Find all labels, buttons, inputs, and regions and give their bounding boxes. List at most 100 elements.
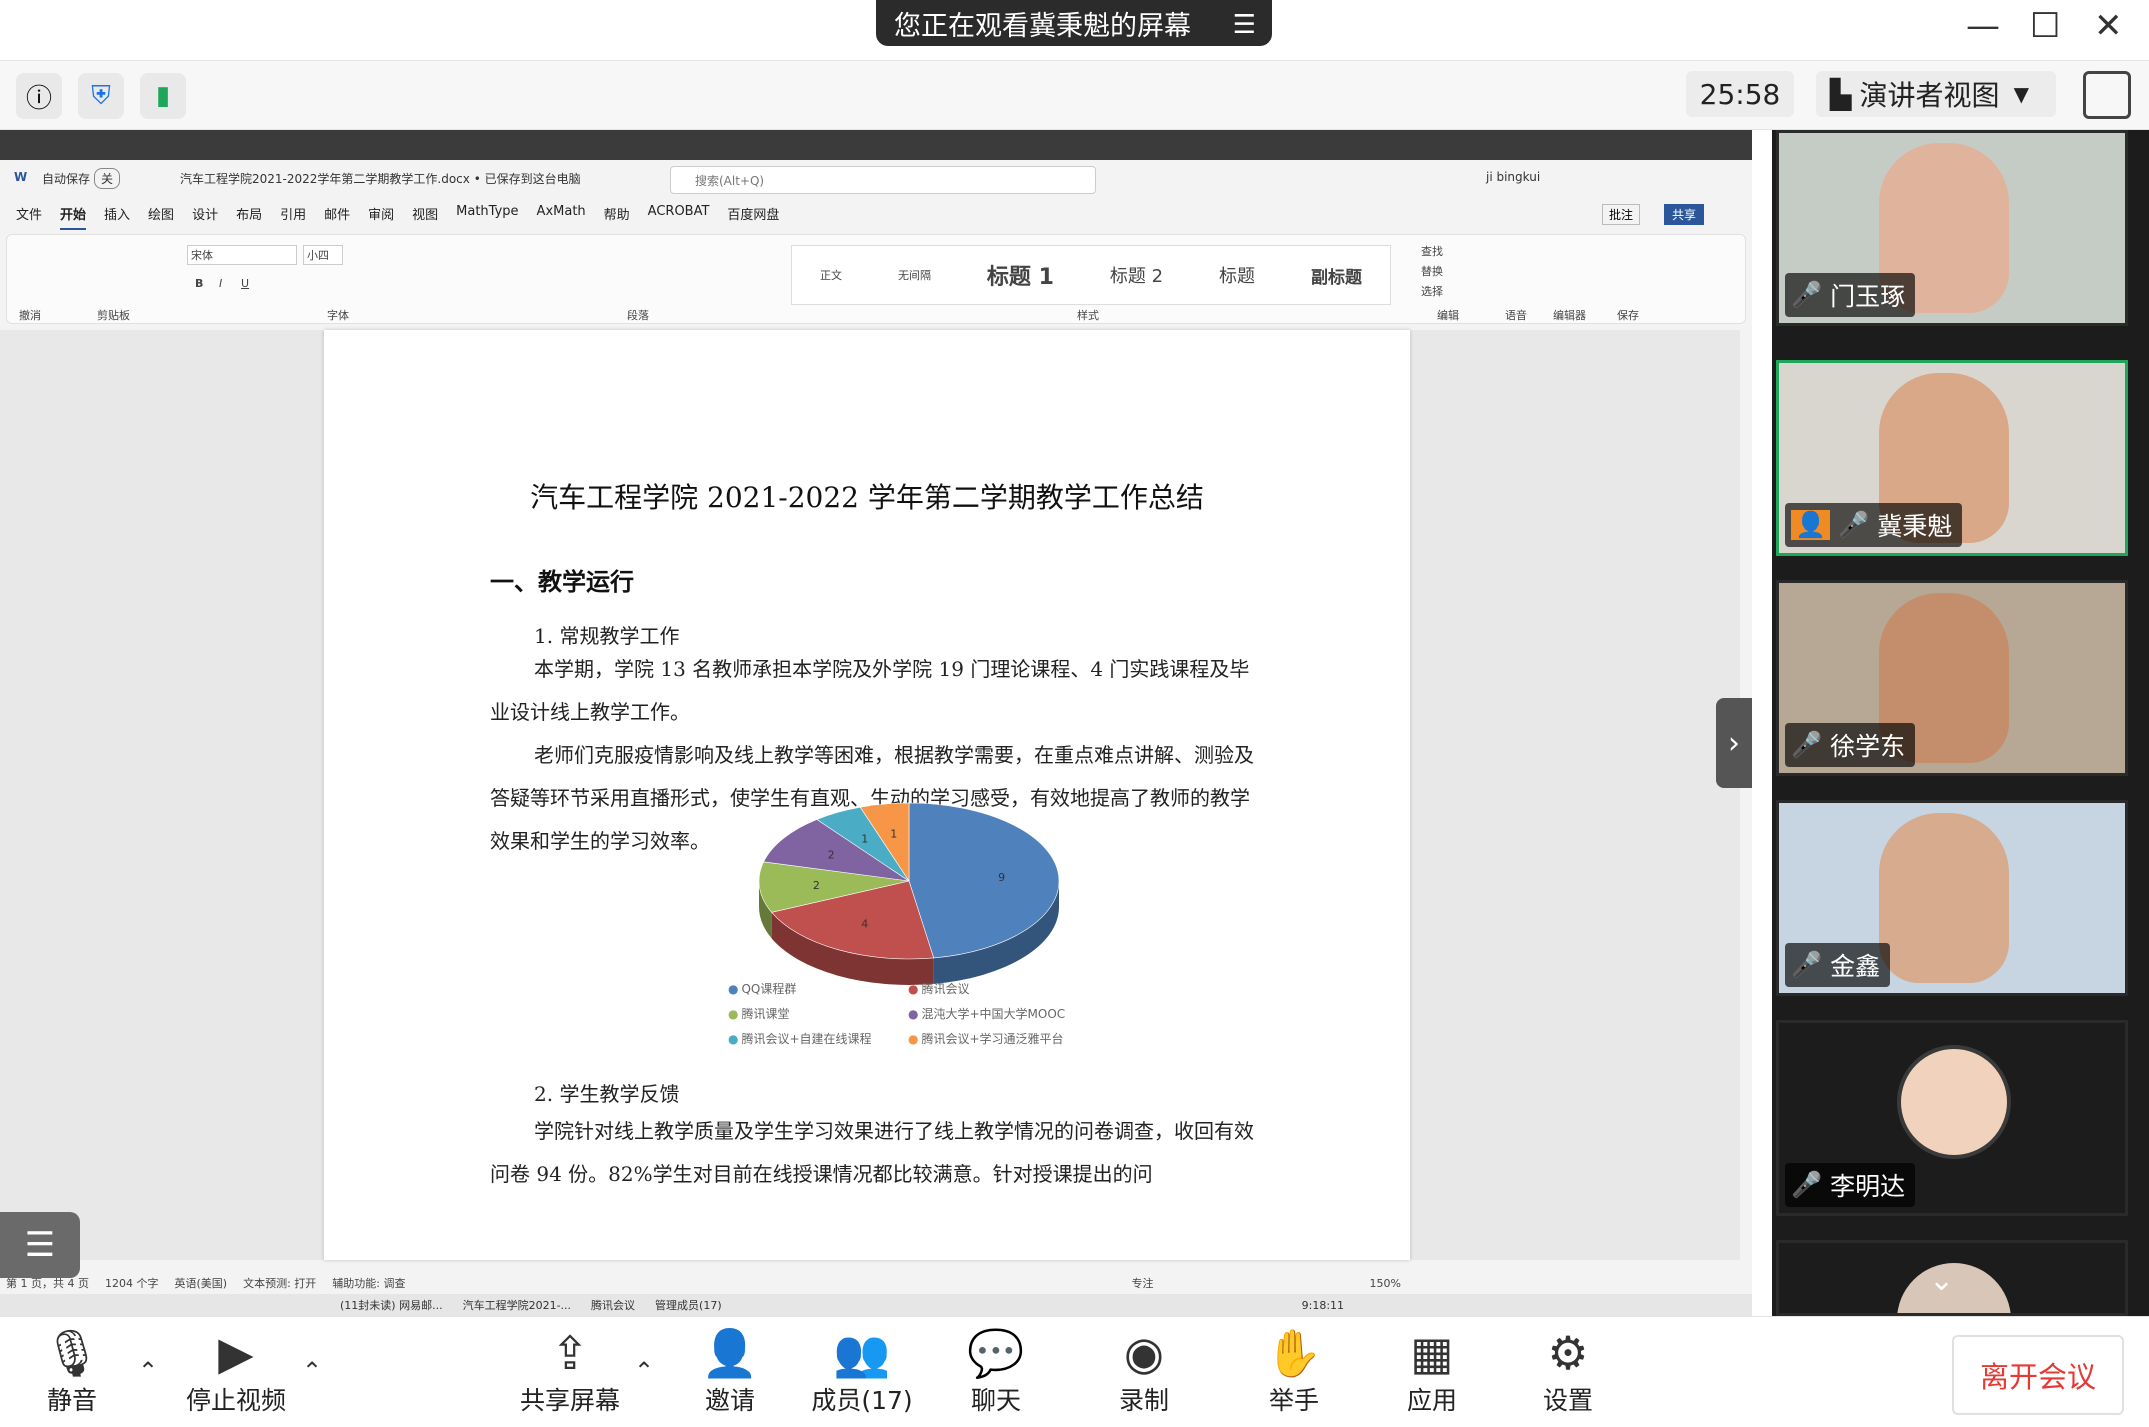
doc-subheading-2: 2. 学生教学反馈 <box>534 1082 680 1106</box>
font-name-select[interactable]: 宋体 <box>187 245 297 265</box>
apps-button[interactable]: ▦ 应用 <box>1362 1325 1502 1417</box>
microphone-icon: 🎤 <box>1791 280 1823 309</box>
menu-icon[interactable]: ☰ <box>1233 10 1256 40</box>
participant-tile[interactable]: 👤 🎤 冀秉魁 <box>1776 360 2128 556</box>
autosave-toggle[interactable]: 关 <box>94 168 121 189</box>
comment-button[interactable]: 批注 <box>1602 204 1641 225</box>
video-camera-icon: ▶ <box>218 1326 254 1380</box>
microphone-icon: 🎤 <box>1838 510 1870 539</box>
gear-icon: ⚙ <box>1547 1326 1589 1380</box>
chevron-down-icon[interactable]: ⌄ <box>1929 1263 1954 1298</box>
focus-button[interactable]: 专注 <box>1131 1275 1153 1291</box>
tab-baidu[interactable]: 百度网盘 <box>727 204 779 230</box>
bold-button[interactable]: B <box>195 277 203 290</box>
leave-meeting-button[interactable]: 离开会议 <box>1952 1335 2124 1415</box>
sharing-banner[interactable]: 您正在观看冀秉魁的屏幕 ☰ <box>876 0 1272 46</box>
participant-name-tag: 🎤 金鑫 <box>1785 943 1891 987</box>
minimize-icon[interactable]: — <box>1966 6 2000 46</box>
tab-references[interactable]: 引用 <box>280 204 306 230</box>
close-icon[interactable]: ✕ <box>2094 6 2123 46</box>
style-subtitle[interactable]: 副标题 <box>1311 263 1362 288</box>
participant-tile[interactable]: 🎤 徐学东 <box>1776 580 2128 776</box>
info-icon[interactable]: ⓘ <box>16 73 62 119</box>
chevron-up-icon[interactable]: ⌃ <box>138 1357 158 1385</box>
taskbar-item-members[interactable]: 管理成员(17) <box>655 1297 722 1313</box>
share-button[interactable]: 共享 <box>1664 204 1705 225</box>
members-button[interactable]: 👥 成员(17) <box>792 1325 932 1417</box>
maximize-icon[interactable]: ☐ <box>2030 6 2060 46</box>
security-shield-icon[interactable]: ⛨ <box>78 73 124 119</box>
chevron-right-icon[interactable]: › <box>1716 698 1752 788</box>
chevron-up-icon[interactable]: ⌃ <box>634 1357 654 1385</box>
settings-button[interactable]: ⚙ 设置 <box>1498 1325 1638 1417</box>
doc-heading-1: 一、教学运行 <box>490 567 634 596</box>
view-mode-select[interactable]: ▙ 演讲者视图 ▼ <box>1816 71 2056 117</box>
style-heading1[interactable]: 标题 1 <box>987 259 1054 291</box>
style-title[interactable]: 标题 <box>1219 262 1255 288</box>
word-search-input[interactable]: 搜索(Alt+Q) <box>670 166 1096 194</box>
status-prediction[interactable]: 文本预测: 打开 <box>243 1275 316 1291</box>
list-icon[interactable]: ☰ <box>0 1212 80 1278</box>
taskbar-item-mail[interactable]: (11封未读) 网易邮... <box>340 1297 443 1313</box>
style-normal[interactable]: 正文 <box>820 267 842 283</box>
tab-help[interactable]: 帮助 <box>604 204 630 230</box>
tab-design[interactable]: 设计 <box>192 204 218 230</box>
meeting-controls: 🎙 静音 ⌃ ▶ 停止视频 ⌃ ⇪ 共享屏幕 ⌃ 👤 邀请 👥 成员(17) 💬… <box>0 1316 2149 1427</box>
tab-mathtype[interactable]: MathType <box>456 204 518 230</box>
tab-file[interactable]: 文件 <box>16 204 42 230</box>
font-size-select[interactable]: 小四 <box>303 245 343 265</box>
chat-button[interactable]: 💬 聊天 <box>926 1325 1066 1417</box>
group-voice: 语音 <box>1505 309 1527 322</box>
user-name[interactable]: ji bingkui <box>1486 170 1540 184</box>
doc-paragraph-3: 学院针对线上教学质量及学生学习效果进行了线上教学情况的问卷调查，收回有效问卷 9… <box>490 1119 1254 1186</box>
microphone-muted-icon: 🎤 <box>1791 730 1823 759</box>
tab-axmath[interactable]: AxMath <box>537 204 586 230</box>
tab-draw[interactable]: 绘图 <box>148 204 174 230</box>
tab-review[interactable]: 审阅 <box>368 204 394 230</box>
members-label: 成员(17) <box>811 1386 913 1415</box>
sharing-banner-text: 您正在观看冀秉魁的屏幕 <box>894 10 1191 42</box>
record-button[interactable]: ◉ 录制 <box>1074 1325 1214 1417</box>
tab-acrobat[interactable]: ACROBAT <box>648 204 710 230</box>
status-accessibility[interactable]: 辅助功能: 调查 <box>332 1275 405 1291</box>
participant-tile[interactable]: 🎤 李明达 <box>1776 1020 2128 1216</box>
underline-button[interactable]: U <box>241 277 249 290</box>
view-mode-label: 演讲者视图 <box>1859 79 2000 112</box>
invite-button[interactable]: 👤 邀请 <box>660 1325 800 1417</box>
participant-tile[interactable]: ⌄ <box>1776 1240 2128 1316</box>
replace-button[interactable]: 替换 <box>1421 263 1443 279</box>
share-screen-button[interactable]: ⇪ 共享屏幕 <box>500 1325 640 1417</box>
search-placeholder: 搜索(Alt+Q) <box>695 173 765 188</box>
stop-video-button[interactable]: ▶ 停止视频 <box>166 1325 306 1417</box>
pie-data-label: 1 <box>890 827 897 840</box>
style-heading2[interactable]: 标题 2 <box>1110 262 1163 288</box>
participant-name: 金鑫 <box>1830 952 1881 981</box>
status-language[interactable]: 英语(美国) <box>174 1275 227 1291</box>
find-button[interactable]: 查找 <box>1421 243 1443 259</box>
signal-bars-icon[interactable]: ▮ <box>140 73 186 119</box>
select-button[interactable]: 选择 <box>1421 283 1443 299</box>
style-no-spacing[interactable]: 无间隔 <box>898 267 931 283</box>
tab-layout[interactable]: 布局 <box>236 204 262 230</box>
status-words[interactable]: 1204 个字 <box>105 1275 159 1291</box>
italic-button[interactable]: I <box>219 277 222 290</box>
fullscreen-icon[interactable] <box>2083 71 2131 119</box>
microphone-icon: 🎙 <box>42 1326 102 1380</box>
chevron-up-icon[interactable]: ⌃ <box>302 1357 322 1385</box>
zoom-level[interactable]: 150% <box>1369 1277 1400 1290</box>
tab-view[interactable]: 视图 <box>412 204 438 230</box>
word-window: W 自动保存 关 汽车工程学院2021-2022学年第二学期教学工作.docx … <box>0 160 1752 1294</box>
participant-tile[interactable]: 🎤 金鑫 <box>1776 800 2128 996</box>
participant-tile[interactable]: 🎤 门玉琢 <box>1776 130 2128 326</box>
document-page[interactable]: 汽车工程学院 2021-2022 学年第二学期教学工作总结 一、教学运行 1. … <box>324 330 1410 1260</box>
mute-button[interactable]: 🎙 静音 <box>2 1325 142 1417</box>
tab-home[interactable]: 开始 <box>60 204 87 230</box>
raise-hand-button[interactable]: ✋ 举手 <box>1224 1325 1364 1417</box>
pie-chart: 9 4 2 2 1 1 <box>758 802 1060 985</box>
taskbar-item-meeting[interactable]: 腾讯会议 <box>591 1297 635 1313</box>
document-filename[interactable]: 汽车工程学院2021-2022学年第二学期教学工作.docx • 已保存到这台电… <box>180 170 581 187</box>
members-icon: 👥 <box>833 1326 891 1380</box>
tab-mailings[interactable]: 邮件 <box>324 204 350 230</box>
tab-insert[interactable]: 插入 <box>104 204 130 230</box>
taskbar-item-word[interactable]: 汽车工程学院2021-... <box>463 1297 571 1313</box>
